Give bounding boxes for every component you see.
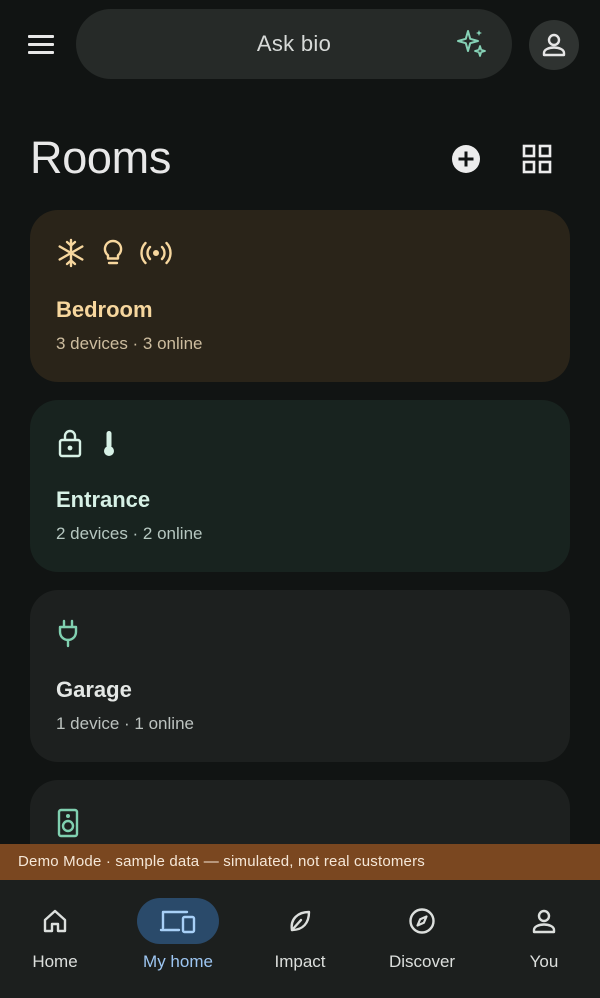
- person-icon: [542, 33, 566, 57]
- menu-icon-line: [28, 51, 54, 54]
- menu-icon: [28, 35, 54, 38]
- add-circle-icon: [452, 145, 480, 173]
- room-card-bedroom[interactable]: Bedroom 3 devices · 3 online: [30, 210, 570, 382]
- room-card-garage[interactable]: Garage 1 device · 1 online: [30, 590, 570, 762]
- person-icon: [532, 909, 556, 934]
- speaker-icon: [57, 808, 79, 838]
- nav-item-my-home[interactable]: My home: [118, 880, 238, 998]
- grid-view-icon: [522, 144, 552, 174]
- nav-icon-container: [137, 898, 219, 944]
- sensor-icon: [140, 241, 172, 265]
- nav-label: Home: [32, 952, 78, 971]
- nav-icon-container: [503, 898, 585, 944]
- lightbulb-icon: [103, 239, 123, 265]
- demo-mode-banner: Demo Mode · sample data — simulated, not…: [0, 844, 600, 880]
- top-app-bar: Ask bio: [0, 0, 600, 90]
- room-device-summary: 1 device · 1 online: [56, 714, 194, 733]
- room-device-summary: 2 devices · 2 online: [56, 524, 203, 543]
- sparkle-icon: [457, 30, 486, 57]
- room-name: Bedroom: [56, 297, 153, 322]
- nav-item-impact[interactable]: Impact: [240, 880, 360, 998]
- grid-view-button[interactable]: [518, 140, 556, 178]
- account-avatar-button[interactable]: [529, 20, 579, 70]
- ask-bio-search[interactable]: Ask bio: [76, 9, 512, 79]
- room-device-summary: 3 devices · 3 online: [56, 334, 203, 353]
- bottom-navigation: Home My home Impact Discover You: [0, 880, 600, 998]
- nav-label: Discover: [388, 952, 456, 971]
- search-label: Ask bio: [256, 31, 332, 56]
- room-name: Entrance: [56, 487, 151, 512]
- devices-icon: [159, 910, 196, 934]
- thermometer-icon: [104, 431, 114, 456]
- nav-label: Impact: [274, 952, 326, 971]
- nav-item-you[interactable]: You: [484, 880, 600, 998]
- nav-item-discover[interactable]: Discover: [362, 880, 482, 998]
- nav-label: My home: [143, 952, 213, 971]
- room-name: Garage: [56, 677, 132, 702]
- plug-icon: [58, 619, 78, 648]
- nav-icon-container: [259, 898, 341, 944]
- snowflake-icon: [58, 238, 84, 268]
- room-card-entrance[interactable]: Entrance 2 devices · 2 online: [30, 400, 570, 572]
- room-device-icons: [56, 618, 80, 648]
- nav-icon-container: [381, 898, 463, 944]
- nav-icon-container: [14, 898, 96, 944]
- compass-icon: [409, 908, 435, 934]
- add-room-button[interactable]: [447, 140, 485, 178]
- demo-mode-text: Demo Mode · sample data — simulated, not…: [18, 853, 425, 870]
- menu-button[interactable]: [22, 28, 60, 62]
- room-device-icons: [56, 428, 120, 458]
- nav-item-home[interactable]: Home: [0, 880, 115, 998]
- home-icon: [43, 909, 67, 933]
- nav-label: You: [529, 952, 559, 971]
- page-title: Rooms: [30, 132, 172, 183]
- room-device-icons: [56, 808, 80, 838]
- room-device-icons: [56, 238, 172, 268]
- menu-icon-line: [28, 43, 54, 46]
- leaf-icon: [290, 910, 311, 932]
- lock-icon: [58, 429, 82, 458]
